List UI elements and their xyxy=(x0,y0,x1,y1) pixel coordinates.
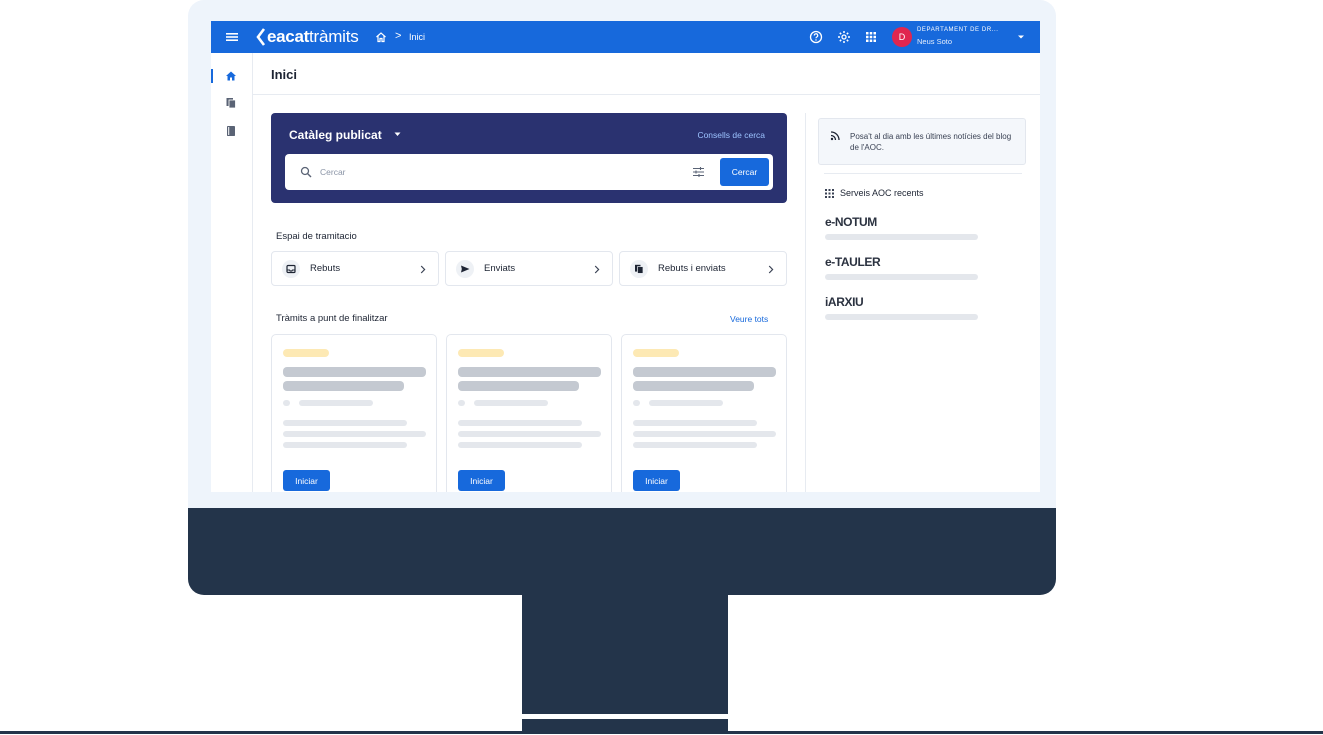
user-name[interactable]: Neus Soto xyxy=(917,37,952,46)
blog-banner[interactable]: Posa't al dia amb les últimes notícies d… xyxy=(818,118,1026,165)
brand-suffix: tràmits xyxy=(308,27,359,46)
top-bar: eacat tràmits > Inici D DEPARTAMENT DE D… xyxy=(211,21,1040,53)
copy-icon xyxy=(630,260,648,278)
aside-divider xyxy=(824,173,1022,174)
avatar[interactable]: D xyxy=(892,27,912,47)
skeleton-dot xyxy=(458,400,465,406)
chevron-right-icon xyxy=(420,265,426,274)
skeleton-title xyxy=(458,381,579,391)
procedure-card: Iniciar xyxy=(271,334,437,492)
brand-name: eacat xyxy=(267,27,309,46)
tile-received[interactable]: Rebuts xyxy=(271,251,439,286)
monitor-stand xyxy=(522,595,728,714)
sidebar-item-documents[interactable] xyxy=(225,97,237,109)
skeleton-tag xyxy=(633,349,679,357)
department-name[interactable]: DEPARTAMENT DE DR... xyxy=(917,27,999,33)
column-divider xyxy=(805,113,806,492)
tile-received-and-sent[interactable]: Rebuts i enviats xyxy=(619,251,787,286)
catalog-selector[interactable]: Catàleg publicat xyxy=(289,128,382,142)
skeleton-title xyxy=(283,367,426,377)
chevron-down-icon[interactable] xyxy=(394,132,401,137)
skeleton-title xyxy=(283,381,404,391)
procedure-card: Iniciar xyxy=(446,334,612,492)
home-icon[interactable] xyxy=(375,31,387,43)
procedure-card: Iniciar xyxy=(621,334,787,492)
breadcrumb-current: Inici xyxy=(409,32,426,42)
start-button[interactable]: Iniciar xyxy=(283,470,330,491)
catalog-search-panel: Catàleg publicat Consells de cerca Cerca… xyxy=(271,113,787,203)
sidebar-item-home[interactable] xyxy=(225,70,237,82)
skeleton-dot xyxy=(633,400,640,406)
recent-services-title: Serveis AOC recents xyxy=(840,188,924,198)
skeleton-line xyxy=(633,431,776,437)
pending-title: Tràmits a punt de finalitzar xyxy=(276,313,388,324)
skeleton-tag xyxy=(283,349,329,357)
service-iarxiu-logo[interactable]: iARXIU xyxy=(825,295,864,309)
skeleton-line xyxy=(825,314,978,320)
sidebar-item-book[interactable] xyxy=(225,125,237,137)
search-icon xyxy=(300,166,312,178)
start-button[interactable]: Iniciar xyxy=(633,470,680,491)
monitor-chin xyxy=(188,508,1056,595)
skeleton-line xyxy=(283,420,407,426)
service-etauler-logo[interactable]: e-TAULER xyxy=(825,255,881,269)
tile-label: Enviats xyxy=(484,263,516,274)
tile-label: Rebuts xyxy=(310,263,341,274)
help-icon[interactable] xyxy=(809,30,823,44)
skeleton-tag xyxy=(458,349,504,357)
skeleton-line xyxy=(633,420,757,426)
skeleton-dot xyxy=(283,400,290,406)
menu-icon[interactable] xyxy=(225,30,239,44)
tile-sent[interactable]: Enviats xyxy=(445,251,613,286)
header-divider xyxy=(253,94,1040,95)
skeleton-title xyxy=(633,381,754,391)
skeleton-meta xyxy=(299,400,373,406)
inbox-icon xyxy=(282,260,300,278)
tile-label: Rebuts i enviats xyxy=(658,263,726,274)
chevron-right-icon xyxy=(594,265,600,274)
start-button[interactable]: Iniciar xyxy=(458,470,505,491)
skeleton-meta xyxy=(474,400,548,406)
skeleton-line xyxy=(825,274,978,280)
skeleton-line xyxy=(825,234,978,240)
sidebar xyxy=(211,53,253,492)
floor-line xyxy=(0,731,1323,734)
skeleton-line xyxy=(283,442,407,448)
rss-icon xyxy=(830,131,840,141)
skeleton-meta xyxy=(649,400,723,406)
skeleton-line xyxy=(458,431,601,437)
app-screen: eacat tràmits > Inici D DEPARTAMENT DE D… xyxy=(211,21,1040,492)
search-box: Cercar xyxy=(285,154,773,190)
blog-banner-text: Posa't al dia amb les últimes notícies d… xyxy=(850,132,1012,152)
search-tips-link[interactable]: Consells de cerca xyxy=(697,130,765,140)
breadcrumb-separator: > xyxy=(395,30,402,42)
app-logo[interactable]: eacat tràmits xyxy=(256,26,359,48)
chevron-right-icon xyxy=(768,265,774,274)
sidebar-active-indicator xyxy=(211,69,213,83)
settings-icon[interactable] xyxy=(837,30,851,44)
filter-sliders-icon[interactable] xyxy=(692,166,705,178)
search-input[interactable] xyxy=(320,162,680,182)
page-title: Inici xyxy=(271,67,298,82)
chevron-down-icon[interactable] xyxy=(1017,34,1025,40)
skeleton-line xyxy=(283,431,426,437)
search-button[interactable]: Cercar xyxy=(720,158,769,186)
skeleton-line xyxy=(458,442,582,448)
skeleton-line xyxy=(633,442,757,448)
apps-grid-icon xyxy=(825,189,834,198)
workspace-title: Espai de tramitacio xyxy=(276,231,357,242)
skeleton-title xyxy=(458,367,601,377)
send-icon xyxy=(456,260,474,278)
skeleton-title xyxy=(633,367,776,377)
apps-grid-icon[interactable] xyxy=(864,30,878,44)
see-all-link[interactable]: Veure tots xyxy=(730,314,768,324)
logo-chevron-icon xyxy=(256,28,266,46)
skeleton-line xyxy=(458,420,582,426)
service-enotum-logo[interactable]: e-NOTUM xyxy=(825,215,877,229)
